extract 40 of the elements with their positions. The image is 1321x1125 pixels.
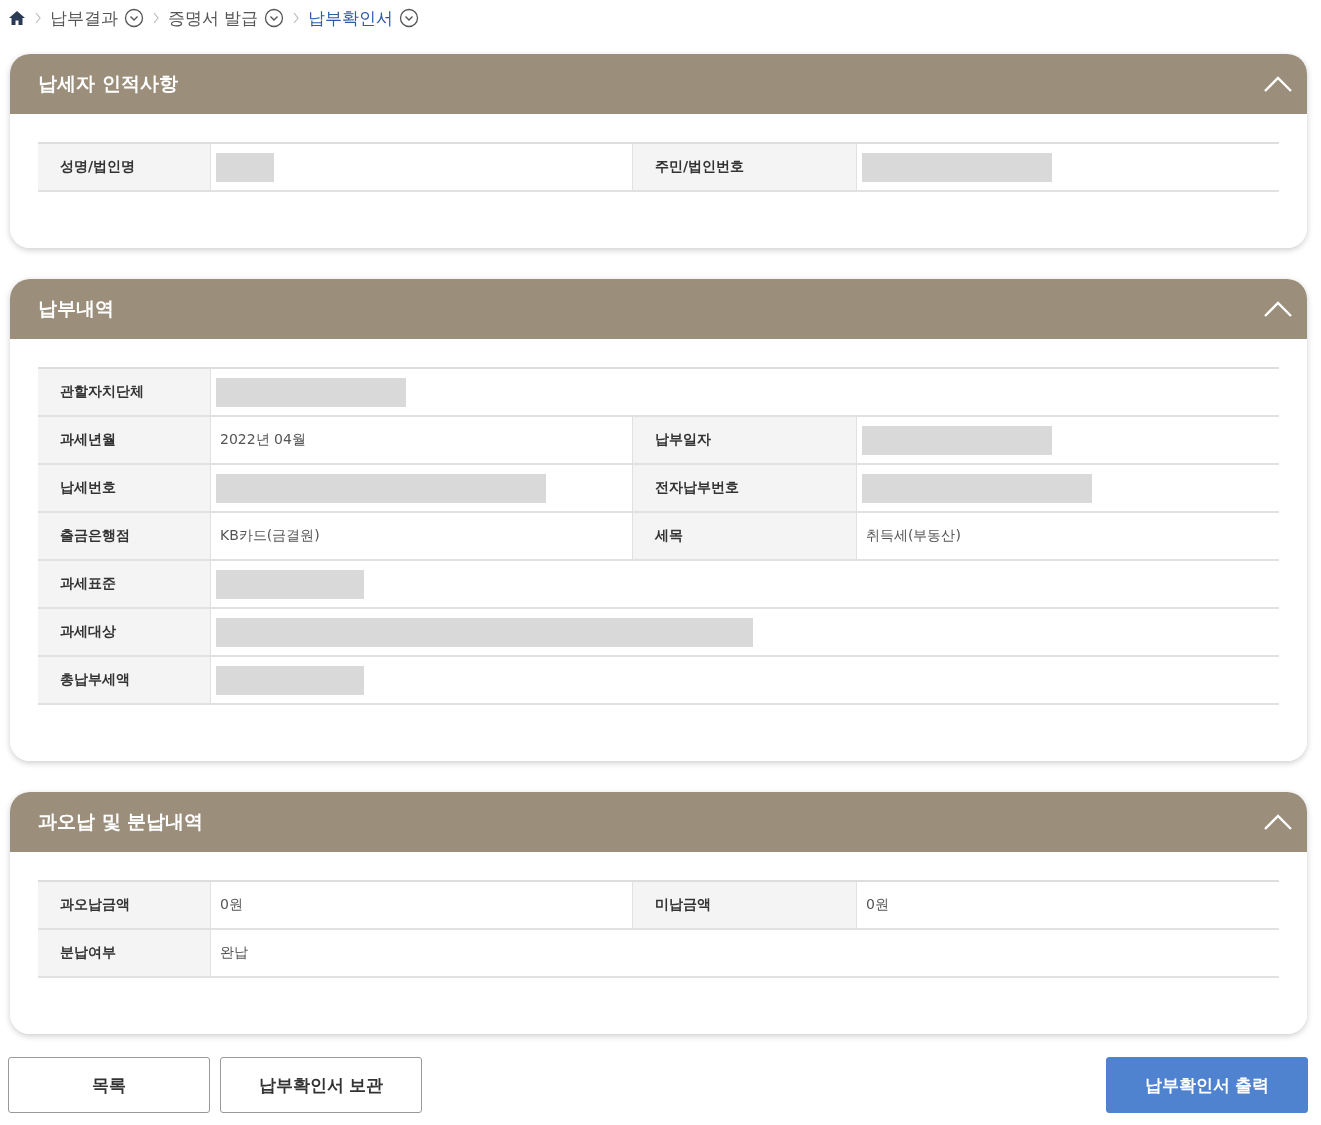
collapse-icon[interactable] <box>1263 300 1293 318</box>
home-icon[interactable] <box>8 9 26 27</box>
field-label: 과세표준 <box>38 561 211 607</box>
chevron-icon <box>34 12 42 24</box>
field-label: 출금은행점 <box>38 513 211 559</box>
section-title: 과오납 및 분납내역 <box>38 809 204 834</box>
section-title: 납부내역 <box>38 296 114 321</box>
field-label: 성명/법인명 <box>38 144 211 190</box>
field-label: 미납금액 <box>632 882 857 928</box>
field-label: 과오납금액 <box>38 882 211 928</box>
collapse-icon[interactable] <box>1263 813 1293 831</box>
breadcrumb-link[interactable]: 납부확인서 <box>308 6 394 30</box>
field-label: 납부일자 <box>632 417 857 463</box>
field-label: 전자납부번호 <box>632 465 857 511</box>
field-label: 총납부세액 <box>38 657 211 703</box>
action-button[interactable]: 납부확인서 보관 <box>220 1057 422 1113</box>
field-label: 관할자치단체 <box>38 369 211 415</box>
field-label: 과세대상 <box>38 609 211 655</box>
dropdown-icon[interactable] <box>124 8 144 28</box>
section-title: 납세자 인적사항 <box>38 71 178 96</box>
field-label: 납세번호 <box>38 465 211 511</box>
dropdown-icon[interactable] <box>264 8 285 28</box>
field-value: 0원 <box>866 896 889 914</box>
chevron-icon <box>292 12 301 24</box>
dropdown-icon[interactable] <box>399 8 420 28</box>
field-value: 2022년 04월 <box>220 431 306 449</box>
field-value: 취득세(부동산) <box>866 527 961 545</box>
field-label: 분납여부 <box>38 930 211 976</box>
field-label: 세목 <box>632 513 857 559</box>
print-button[interactable]: 납부확인서 출력 <box>1106 1057 1308 1113</box>
field-value: 0원 <box>220 896 243 914</box>
action-button[interactable]: 목록 <box>8 1057 210 1113</box>
chevron-icon <box>152 12 160 24</box>
collapse-icon[interactable] <box>1263 75 1293 93</box>
breadcrumb-link[interactable]: 증명서 발급 <box>168 6 259 30</box>
field-value: 완납 <box>220 944 248 962</box>
field-label: 과세년월 <box>38 417 211 463</box>
field-label: 주민/법인번호 <box>632 144 857 190</box>
field-value: KB카드(금결원) <box>220 527 320 545</box>
breadcrumb-link[interactable]: 납부결과 <box>50 6 118 30</box>
